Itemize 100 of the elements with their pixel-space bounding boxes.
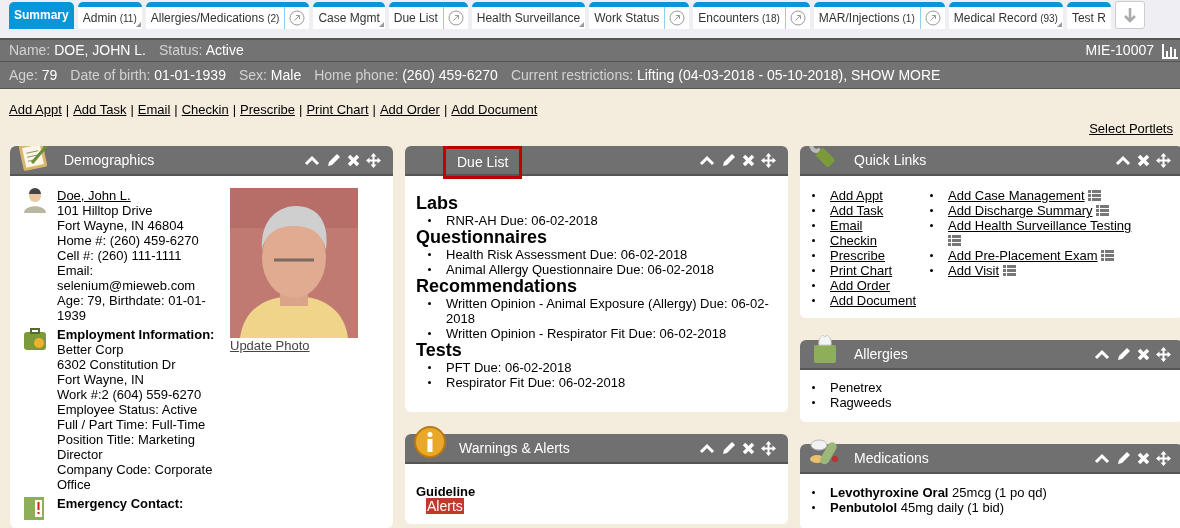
quick-link[interactable]: Add Health Surveillance Testing: [948, 218, 1132, 233]
pencil-icon[interactable]: [1116, 450, 1131, 466]
action-link[interactable]: Add Appt: [9, 102, 62, 117]
name-link[interactable]: Doe, John L.: [57, 188, 131, 203]
info-field: Status: Active: [158, 43, 244, 58]
tab[interactable]: Health Surveillance: [471, 2, 586, 29]
close-icon[interactable]: [1137, 451, 1150, 465]
tab[interactable]: Admin (11): [77, 2, 142, 29]
action-link[interactable]: Email: [137, 102, 171, 117]
collapse-icon[interactable]: [304, 153, 320, 167]
pencil-icon[interactable]: [1116, 346, 1131, 362]
action-link[interactable]: Add Document: [451, 102, 538, 117]
detail-line: 101 Hilltop Drive: [57, 203, 154, 218]
menu-corner-icon[interactable]: [579, 22, 585, 27]
detail-line: Employee Status: Active: [57, 402, 199, 417]
quick-link[interactable]: Prescribe: [830, 248, 885, 263]
move-icon[interactable]: [761, 440, 776, 456]
pencil-icon[interactable]: [721, 152, 736, 168]
quick-link[interactable]: Add Pre-Placement Exam: [948, 248, 1098, 263]
tab[interactable]: Medical Record (93): [948, 2, 1063, 29]
detail-line: Full / Part Time: Full-Time: [57, 417, 207, 432]
link-separator: |: [443, 102, 448, 117]
detail-line: Work #:2 (604) 559-6270: [57, 387, 203, 402]
tab[interactable]: MAR/Injections (1): [813, 2, 945, 29]
arrow-down-icon: [1121, 7, 1138, 23]
tab[interactable]: Test R: [1066, 2, 1111, 29]
tab[interactable]: Case Mgmt: [313, 2, 385, 29]
popout-icon[interactable]: [447, 10, 464, 26]
action-link[interactable]: Print Chart: [306, 102, 369, 117]
move-icon[interactable]: [761, 152, 776, 168]
tab[interactable]: Due List: [388, 2, 468, 29]
tab[interactable]: Work Status: [589, 2, 690, 29]
collapse-icon[interactable]: [1115, 153, 1131, 167]
quick-link[interactable]: Checkin: [830, 233, 877, 248]
collapse-icon[interactable]: [1094, 451, 1110, 465]
detail-line: Better Corp: [57, 342, 125, 357]
pencil-icon[interactable]: [721, 440, 736, 456]
detail-line: 6302 Constitution Dr: [57, 357, 177, 372]
popout-icon[interactable]: [789, 10, 806, 26]
quick-link[interactable]: Print Chart: [830, 263, 893, 278]
tab[interactable]: Allergies/Medications (2): [145, 2, 310, 29]
list-icon[interactable]: [1096, 205, 1110, 216]
collapse-icon[interactable]: [1094, 347, 1110, 361]
quick-link[interactable]: Add Visit: [948, 263, 1000, 278]
list-icon[interactable]: [948, 235, 961, 246]
info-field: Home phone: (260) 459-6270: [314, 67, 498, 83]
quick-link[interactable]: Add Appt: [830, 188, 883, 203]
update-photo-link[interactable]: Update Photo: [230, 338, 310, 353]
quick-link[interactable]: Add Document: [830, 293, 916, 308]
action-link[interactable]: Prescribe: [240, 102, 295, 117]
close-icon[interactable]: [347, 153, 360, 167]
detail-line: Home #: (260) 459-6270: [57, 233, 200, 248]
move-icon[interactable]: [1156, 152, 1171, 168]
info-field: Current restrictions: Lifting (04-03-2018 - 05-10-2018), SHOW MORE: [510, 67, 941, 83]
select-portlets-link[interactable]: Select Portlets: [1089, 121, 1173, 136]
menu-corner-icon[interactable]: [1056, 22, 1062, 27]
link-separator: |: [174, 102, 178, 117]
move-icon[interactable]: [366, 152, 381, 168]
list-item: Penbutolol 45mg daily (1 bid): [830, 500, 1005, 515]
close-icon[interactable]: [742, 153, 755, 167]
bullet: [812, 386, 815, 389]
list-icon[interactable]: [1088, 190, 1102, 201]
menu-corner-icon[interactable]: [378, 22, 384, 27]
menu-corner-icon[interactable]: [135, 22, 141, 27]
person-icon: [23, 188, 47, 214]
action-link[interactable]: Add Task: [73, 102, 127, 117]
detail-line: Age: 79, Birthdate: 01-01-1939: [57, 293, 207, 323]
collapse-icon[interactable]: [699, 153, 715, 167]
collapse-icon[interactable]: [699, 441, 715, 455]
popout-icon[interactable]: [289, 10, 306, 26]
popout-icon[interactable]: [924, 10, 941, 26]
list-item: PFT Due: 06-02-2018: [446, 360, 572, 375]
tab[interactable]: Encounters (18): [693, 2, 810, 29]
bar-chart-icon[interactable]: [1162, 42, 1178, 59]
action-link[interactable]: Add Order: [379, 102, 440, 117]
list-item: Written Opinion - Animal Exposure (Allergy) Due: 06-02-2018: [446, 296, 770, 326]
close-icon[interactable]: [1137, 347, 1150, 361]
section-heading: Guideline: [416, 484, 477, 499]
quick-link[interactable]: Add Task: [830, 203, 884, 218]
list-icon[interactable]: [1002, 265, 1016, 276]
quick-link[interactable]: Email: [830, 218, 863, 233]
pencil-icon[interactable]: [326, 152, 341, 168]
action-link[interactable]: Checkin: [181, 102, 229, 117]
info-field: Date of birth: 01-01-1939: [70, 67, 226, 83]
section-heading: Employment Information:: [57, 327, 216, 342]
close-icon[interactable]: [742, 441, 755, 455]
list-icon[interactable]: [1101, 250, 1115, 261]
close-icon[interactable]: [1137, 153, 1150, 167]
move-icon[interactable]: [1156, 346, 1171, 362]
popout-icon[interactable]: [669, 10, 686, 26]
record-id: MIE-10007: [1085, 43, 1154, 58]
quick-link[interactable]: Add Order: [830, 278, 890, 293]
bullet: [428, 268, 431, 271]
quick-link[interactable]: Add Case Management: [948, 188, 1085, 203]
link-separator: |: [65, 102, 70, 117]
quick-link[interactable]: Add Discharge Summary: [948, 203, 1093, 218]
bullet: [428, 381, 431, 384]
bullet: [812, 239, 815, 242]
move-icon[interactable]: [1156, 450, 1171, 466]
bullet: [812, 194, 815, 197]
